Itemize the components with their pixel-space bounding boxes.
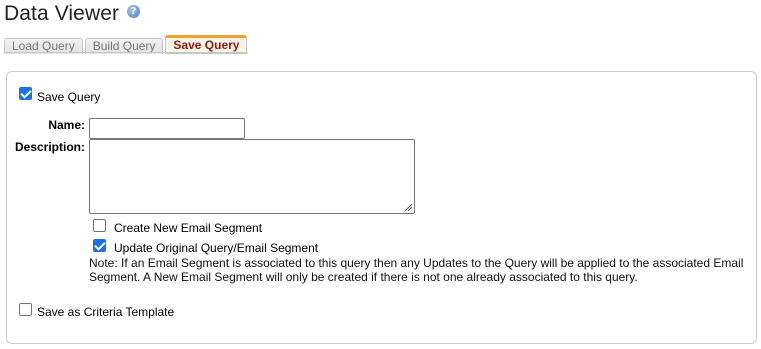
criteria-template-checkbox[interactable] <box>19 303 32 316</box>
page-title: Data Viewer <box>4 2 120 25</box>
tab-divider <box>4 52 248 53</box>
description-textarea[interactable] <box>89 139 415 214</box>
name-input[interactable] <box>89 118 245 139</box>
create-email-segment-label: Create New Email Segment <box>114 221 263 235</box>
title-row: Data Viewer ? <box>4 2 141 26</box>
name-label: Name: <box>48 118 85 132</box>
description-label: Description: <box>14 140 85 154</box>
update-original-label: Update Original Query/Email Segment <box>114 241 319 255</box>
update-original-checkbox[interactable] <box>93 239 106 252</box>
email-segment-note: Note: If an Email Segment is associated … <box>89 256 744 284</box>
save-query-label: Save Query <box>37 90 101 104</box>
resize-grip-icon[interactable] <box>404 203 412 211</box>
help-icon[interactable]: ? <box>127 4 141 18</box>
create-email-segment-checkbox[interactable] <box>93 219 106 232</box>
criteria-template-label: Save as Criteria Template <box>37 305 175 319</box>
save-query-checkbox[interactable] <box>19 87 32 100</box>
